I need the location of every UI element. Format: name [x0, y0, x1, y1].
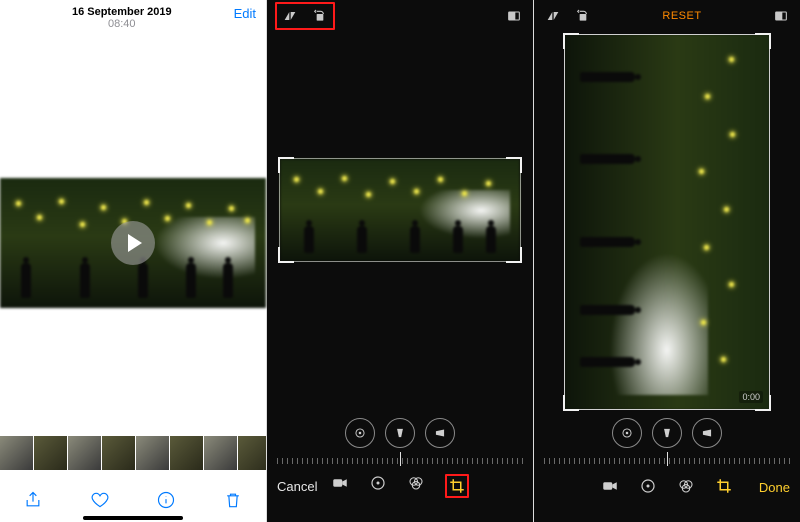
flip-horizontal-icon: [282, 8, 298, 24]
photo-time: 08:40: [72, 18, 172, 30]
info-icon: [156, 490, 176, 510]
video-icon: [331, 474, 349, 492]
video-preview[interactable]: [0, 178, 266, 308]
rotate-icon: [312, 8, 328, 24]
highlight-flip-rotate: [275, 2, 335, 30]
video-tab[interactable]: [331, 474, 349, 498]
crop-handle-tr[interactable]: [506, 157, 522, 173]
adjust-icon: [369, 474, 387, 492]
aspect-ratio-icon: [773, 8, 789, 24]
skew-buttons: [534, 418, 800, 448]
photos-action-bar: [0, 490, 266, 510]
cancel-button[interactable]: Cancel: [277, 479, 325, 494]
heart-icon: [90, 490, 110, 510]
crop-icon: [448, 477, 466, 495]
straighten-icon: [620, 426, 634, 440]
rotate-icon: [575, 8, 591, 24]
edit-mode-tabs: [592, 477, 742, 498]
vertical-skew-button[interactable]: [652, 418, 682, 448]
editor-toolbar: Cancel: [267, 474, 533, 498]
horizontal-skew-icon: [700, 426, 714, 440]
crop-icon: [715, 477, 733, 495]
play-icon[interactable]: [111, 221, 155, 265]
photo-date: 16 September 2019: [72, 6, 172, 18]
crop-handle-tl[interactable]: [278, 157, 294, 173]
edit-mode-tabs: [325, 474, 475, 498]
home-indicator[interactable]: [83, 516, 183, 520]
flip-horizontal-button[interactable]: [279, 5, 301, 27]
info-button[interactable]: [156, 490, 176, 510]
highlight-crop-tab: [445, 474, 469, 498]
horizontal-skew-button[interactable]: [425, 418, 455, 448]
photo-timestamp: 16 September 2019 08:40: [72, 6, 172, 30]
trash-icon: [223, 490, 243, 510]
trash-button[interactable]: [223, 490, 243, 510]
adjust-tab[interactable]: [639, 477, 657, 498]
crop-header: RESET: [534, 0, 800, 29]
horizontal-skew-button[interactable]: [692, 418, 722, 448]
filters-icon: [407, 474, 425, 492]
horizontal-skew-icon: [433, 426, 447, 440]
adjust-icon: [639, 477, 657, 495]
crop-canvas[interactable]: 0:00: [534, 28, 800, 416]
rotate-button[interactable]: [309, 5, 331, 27]
crop-handle-bl[interactable]: [278, 247, 294, 263]
crop-tab[interactable]: [445, 474, 469, 498]
straighten-icon: [353, 426, 367, 440]
filters-icon: [677, 477, 695, 495]
straighten-button[interactable]: [612, 418, 642, 448]
skew-buttons: [267, 418, 533, 448]
crop-tab[interactable]: [715, 477, 733, 498]
angle-ruler[interactable]: [277, 452, 523, 466]
angle-ruler[interactable]: [544, 452, 790, 466]
crop-frame[interactable]: [279, 158, 521, 262]
crop-canvas[interactable]: [267, 28, 533, 416]
flip-horizontal-icon: [545, 8, 561, 24]
vertical-skew-button[interactable]: [385, 418, 415, 448]
crop-handle-tl[interactable]: [563, 33, 579, 49]
crop-image: [280, 159, 520, 261]
editor-toolbar: . Done: [534, 477, 800, 498]
filters-tab[interactable]: [407, 474, 425, 498]
aspect-ratio-icon: [506, 8, 522, 24]
reset-button[interactable]: RESET: [662, 10, 701, 22]
video-tab[interactable]: [601, 477, 619, 498]
adjust-tab[interactable]: [369, 474, 387, 498]
crop-image-rotated: [565, 35, 769, 409]
share-icon: [23, 490, 43, 510]
flip-horizontal-button[interactable]: [542, 5, 564, 27]
photos-viewer-screen: 16 September 2019 08:40 Edit: [0, 0, 267, 522]
share-button[interactable]: [23, 490, 43, 510]
video-icon: [601, 477, 619, 495]
done-button[interactable]: Done: [742, 480, 790, 495]
crop-header: [267, 0, 533, 29]
video-scrubber-strip[interactable]: [0, 436, 266, 470]
crop-handle-bl[interactable]: [563, 395, 579, 411]
vertical-skew-icon: [660, 426, 674, 440]
straighten-button[interactable]: [345, 418, 375, 448]
aspect-ratio-button[interactable]: [770, 5, 792, 27]
vertical-skew-icon: [393, 426, 407, 440]
crop-editor-rotated-screen: RESET: [534, 0, 800, 522]
crop-handle-br[interactable]: [755, 395, 771, 411]
crop-handle-br[interactable]: [506, 247, 522, 263]
rotate-button[interactable]: [572, 5, 594, 27]
crop-handle-tr[interactable]: [755, 33, 771, 49]
crop-frame[interactable]: 0:00: [564, 34, 770, 410]
filters-tab[interactable]: [677, 477, 695, 498]
crop-editor-screen: Cancel: [267, 0, 534, 522]
photos-header: 16 September 2019 08:40 Edit: [0, 0, 266, 36]
edit-button[interactable]: Edit: [234, 6, 256, 21]
favorite-button[interactable]: [90, 490, 110, 510]
aspect-ratio-button[interactable]: [503, 5, 525, 27]
